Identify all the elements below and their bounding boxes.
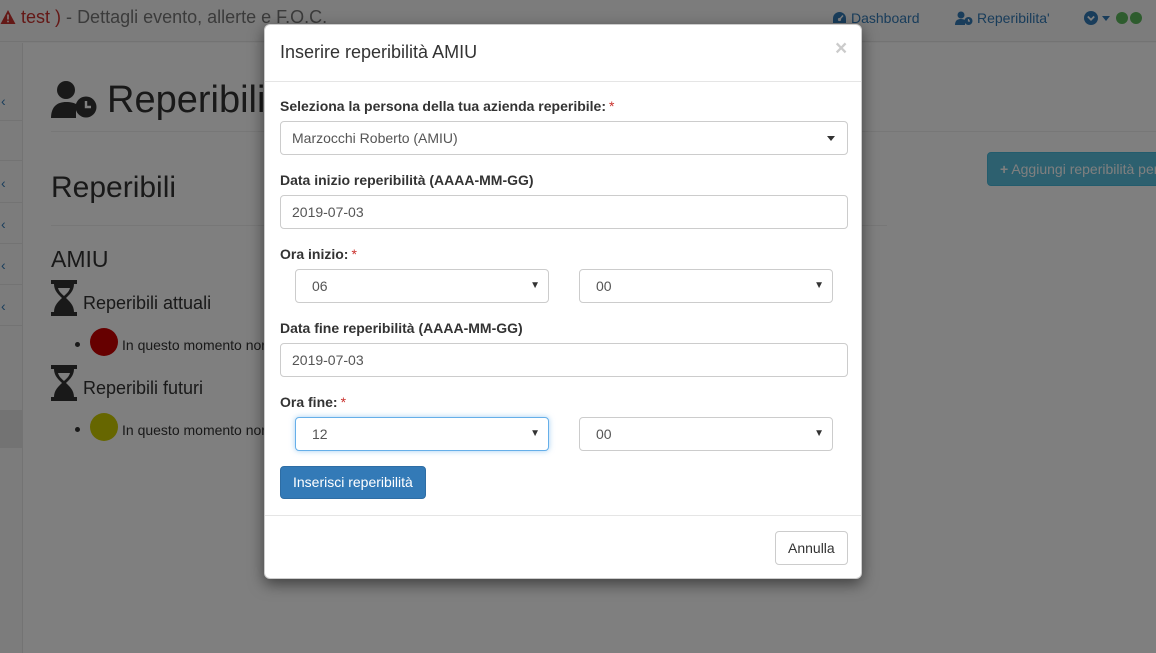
end-date-input[interactable]: 2019-07-03	[280, 343, 848, 377]
person-select-value: Marzocchi Roberto (AMIU)	[292, 130, 458, 146]
person-label-text: Seleziona la persona della tua azienda r…	[280, 98, 606, 114]
start-hour-select[interactable]: 06 ▼	[295, 269, 549, 303]
cancel-button[interactable]: Annulla	[775, 531, 848, 565]
modal-header: Inserire reperibilità AMIU ×	[265, 25, 861, 82]
end-date-value: 2019-07-03	[292, 352, 364, 368]
modal-title: Inserire reperibilità AMIU	[280, 42, 478, 62]
chevron-down-icon: ▼	[530, 428, 540, 439]
end-time-label: Ora fine: *	[280, 394, 346, 410]
person-label: Seleziona la persona della tua azienda r…	[280, 98, 614, 114]
chevron-down-icon: ▼	[530, 280, 540, 291]
start-time-label: Ora inizio: *	[280, 246, 357, 262]
end-hour-select[interactable]: 12 ▼	[295, 417, 549, 451]
reperibilita-modal: Inserire reperibilità AMIU × Seleziona l…	[264, 24, 862, 579]
end-time-label-text: Ora fine:	[280, 394, 338, 410]
required-mark: *	[351, 246, 357, 262]
start-date-input[interactable]: 2019-07-03	[280, 195, 848, 229]
start-time-label-text: Ora inizio:	[280, 246, 349, 262]
start-date-label-text: Data inizio reperibilità (AAAA-MM-GG)	[280, 172, 534, 188]
modal-body: Seleziona la persona della tua azienda r…	[265, 81, 861, 515]
close-icon[interactable]: ×	[835, 37, 847, 61]
end-minute-value: 00	[596, 426, 612, 442]
end-date-label: Data fine reperibilità (AAAA-MM-GG)	[280, 320, 523, 336]
end-hour-value: 12	[312, 426, 328, 442]
modal-footer: Annulla	[265, 515, 861, 580]
chevron-down-icon: ▼	[814, 428, 824, 439]
person-select[interactable]: Marzocchi Roberto (AMIU)	[280, 121, 848, 155]
end-minute-select[interactable]: 00 ▼	[579, 417, 833, 451]
caret-down-icon	[827, 136, 835, 141]
required-mark: *	[340, 394, 347, 410]
start-minute-select[interactable]: 00 ▼	[579, 269, 833, 303]
end-date-label-text: Data fine reperibilità (AAAA-MM-GG)	[280, 320, 523, 336]
required-mark: *	[609, 98, 615, 114]
start-date-label: Data inizio reperibilità (AAAA-MM-GG)	[280, 172, 534, 188]
chevron-down-icon: ▼	[814, 280, 824, 291]
start-minute-value: 00	[596, 278, 612, 294]
submit-button[interactable]: Inserisci reperibilità	[280, 466, 426, 499]
start-hour-value: 06	[312, 278, 328, 294]
start-date-value: 2019-07-03	[292, 204, 364, 220]
